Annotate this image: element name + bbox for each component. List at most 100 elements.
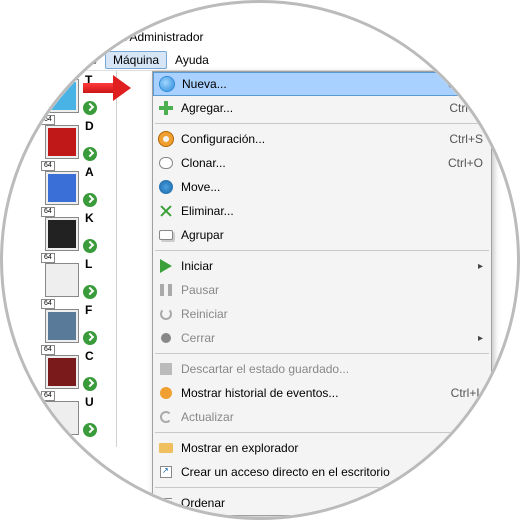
menu-label: Eliminar... — [181, 204, 483, 218]
vm-label: C — [85, 349, 94, 363]
menu-pausar[interactable]: Pausar — [153, 278, 491, 302]
vm-item[interactable]: 64 U — [45, 397, 114, 439]
menu-explorador[interactable]: Mostrar en explorador — [153, 436, 491, 460]
menu-label: Cerrar — [181, 331, 472, 345]
vm-label: U — [85, 395, 94, 409]
group-icon — [157, 226, 175, 244]
menu-label: Actualizar — [181, 410, 483, 424]
menu-label: Mostrar en explorador — [181, 441, 483, 455]
new-icon — [158, 75, 176, 93]
maquina-dropdown: Nueva... Ctrl+N Agregar... Ctrl+A Config… — [152, 71, 492, 516]
gear-icon — [157, 130, 175, 148]
menu-label: Iniciar — [181, 259, 472, 273]
vm-item[interactable]: 64 F — [45, 305, 114, 347]
menu-label: Pausar — [181, 283, 483, 297]
menu-eliminar[interactable]: Eliminar... — [153, 199, 491, 223]
clone-icon — [157, 154, 175, 172]
vm-state-icon — [83, 147, 97, 161]
menu-archivo[interactable]: Archivo — [49, 51, 105, 69]
menu-move[interactable]: Move... — [153, 175, 491, 199]
menu-agrupar[interactable]: Agrupar — [153, 223, 491, 247]
menu-shortcut: Ctrl+A — [449, 101, 483, 115]
menu-maquina[interactable]: Máquina — [105, 51, 167, 69]
vm-arch-badge: 64 — [41, 207, 55, 217]
menu-label: Agregar... — [181, 101, 441, 115]
vm-thumbnail — [45, 355, 79, 389]
folder-icon — [157, 439, 175, 457]
vm-arch-badge: 64 — [41, 299, 55, 309]
vm-arch-badge: 64 — [41, 391, 55, 401]
menu-shortcut: Ctrl+N — [448, 77, 482, 91]
menu-historial[interactable]: Mostrar historial de eventos... Ctrl+L — [153, 381, 491, 405]
menu-nueva[interactable]: Nueva... Ctrl+N — [153, 72, 491, 96]
annotation-arrow — [83, 75, 133, 101]
menu-label: Ordenar — [181, 496, 483, 510]
menu-ordenar[interactable]: Ordenar — [153, 491, 491, 515]
vm-item[interactable]: 64 A — [45, 167, 114, 209]
menu-label: Nueva... — [182, 77, 440, 91]
vm-state-icon — [83, 423, 97, 437]
sort-icon — [157, 494, 175, 512]
menu-ayuda[interactable]: Ayuda — [167, 51, 217, 69]
vm-label: K — [85, 211, 94, 225]
menu-agregar[interactable]: Agregar... Ctrl+A — [153, 96, 491, 120]
submenu-indicator-icon: ▸ — [478, 261, 483, 272]
vm-thumbnail — [45, 217, 79, 251]
window-title: VM VirtualBox Administrador — [51, 30, 204, 44]
shortcut-icon — [157, 463, 175, 481]
vm-state-icon — [83, 285, 97, 299]
vm-item[interactable]: 64 L — [45, 259, 114, 301]
vm-item[interactable]: 64 C — [45, 351, 114, 393]
vm-label: D — [85, 119, 94, 133]
menu-actualizar[interactable]: Actualizar — [153, 405, 491, 429]
menu-label: Clonar... — [181, 156, 440, 170]
menu-iniciar[interactable]: Iniciar ▸ — [153, 254, 491, 278]
menu-separator — [155, 432, 489, 433]
menu-clonar[interactable]: Clonar... Ctrl+O — [153, 151, 491, 175]
vm-item[interactable]: 64 K — [45, 213, 114, 255]
vm-thumbnail — [45, 309, 79, 343]
vm-arch-badge: 64 — [41, 115, 55, 125]
menu-separator — [155, 123, 489, 124]
menu-separator — [155, 487, 489, 488]
circular-frame: VM VirtualBox Administrador Archivo Máqu… — [0, 0, 520, 520]
vm-state-icon — [83, 331, 97, 345]
menu-label: Configuración... — [181, 132, 441, 146]
play-icon — [157, 257, 175, 275]
menu-label: Reiniciar — [181, 307, 483, 321]
vm-state-icon — [83, 377, 97, 391]
menu-reiniciar[interactable]: Reiniciar — [153, 302, 491, 326]
vm-thumbnail — [45, 125, 79, 159]
vm-state-icon — [83, 239, 97, 253]
vm-arch-badge: 64 — [41, 253, 55, 263]
menu-cerrar[interactable]: Cerrar ▸ — [153, 326, 491, 350]
vm-item[interactable]: 64 D — [45, 121, 114, 163]
submenu-indicator-icon: ▸ — [478, 333, 483, 344]
add-icon — [157, 99, 175, 117]
vm-thumbnail — [45, 171, 79, 205]
menubar: Archivo Máquina Ayuda — [43, 49, 520, 71]
menu-configuracion[interactable]: Configuración... Ctrl+S — [153, 127, 491, 151]
window-titlebar: VM VirtualBox Administrador — [43, 25, 520, 49]
vm-thumbnail — [45, 401, 79, 435]
discard-icon — [157, 360, 175, 378]
refresh-icon — [157, 408, 175, 426]
vm-label: F — [85, 303, 92, 317]
menu-shortcut: Ctrl+O — [448, 156, 483, 170]
vm-state-icon — [83, 193, 97, 207]
vm-list: T 64 D 64 A 64 K — [43, 71, 117, 447]
close-icon — [157, 329, 175, 347]
pause-icon — [157, 281, 175, 299]
vm-label: L — [85, 257, 92, 271]
menu-label: Crear un acceso directo en el escritorio — [181, 465, 483, 479]
move-icon — [157, 178, 175, 196]
menu-shortcut: Ctrl+S — [449, 132, 483, 146]
menu-separator — [155, 353, 489, 354]
remove-icon — [157, 202, 175, 220]
vm-state-icon — [83, 101, 97, 115]
menu-label: Descartar el estado guardado... — [181, 362, 483, 376]
menu-acceso-directo[interactable]: Crear un acceso directo en el escritorio — [153, 460, 491, 484]
vm-arch-badge: 64 — [41, 161, 55, 171]
menu-label: Move... — [181, 180, 483, 194]
menu-descartar[interactable]: Descartar el estado guardado... — [153, 357, 491, 381]
